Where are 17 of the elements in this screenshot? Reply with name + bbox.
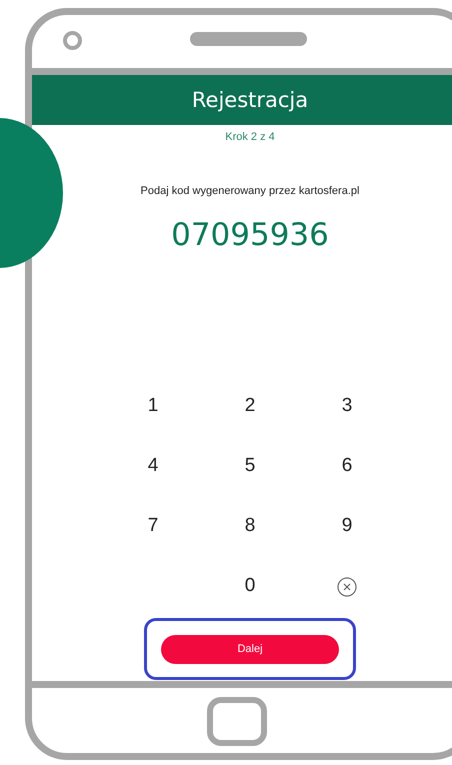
keypad-key[interactable]: 7 — [144, 515, 162, 537]
next-button[interactable]: Dalej — [161, 634, 339, 664]
instruction-text: Podaj kod wygenerowany przez kartosfera.pl — [140, 185, 360, 197]
keypad-key[interactable]: 4 — [144, 455, 162, 477]
keypad-key[interactable]: 9 — [338, 515, 356, 537]
keypad-key[interactable]: 2 — [240, 395, 260, 417]
keypad-key[interactable]: 6 — [338, 455, 356, 477]
code-display: 07095936 — [171, 217, 329, 253]
keypad-key[interactable]: 0 — [240, 575, 260, 597]
keypad-key[interactable]: 8 — [240, 515, 260, 537]
screen-title: Rejestracja — [192, 88, 308, 112]
keypad-key[interactable]: 3 — [338, 395, 356, 417]
camera-icon — [63, 31, 82, 50]
keypad-key[interactable]: 5 — [240, 455, 260, 477]
step-indicator: Krok 2 z 4 — [225, 131, 275, 143]
keypad-key[interactable]: 1 — [144, 395, 162, 417]
clear-icon[interactable] — [337, 577, 357, 597]
